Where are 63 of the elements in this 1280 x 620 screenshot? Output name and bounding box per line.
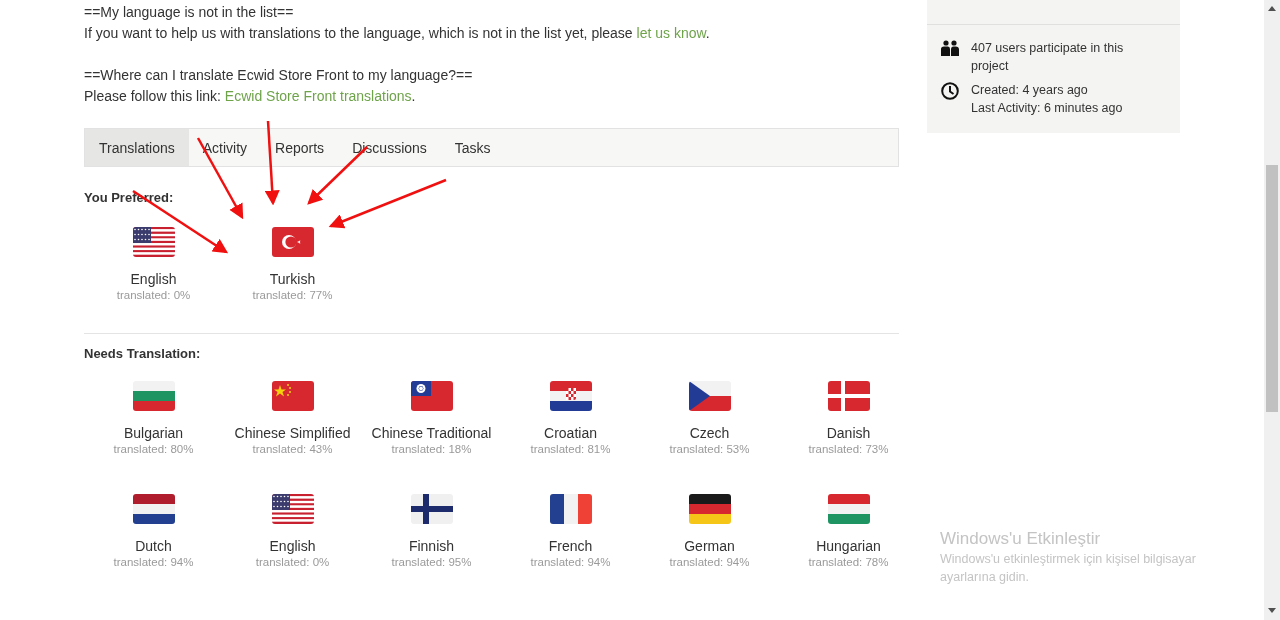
flag-icon [271, 494, 314, 524]
flag-icon [132, 227, 175, 257]
translation-caption: translated: 53% [669, 442, 750, 457]
language-name[interactable]: Hungarian [816, 537, 881, 555]
translation-caption: translated: 43% [252, 442, 333, 457]
language-name[interactable]: Finnish [408, 537, 455, 555]
paragraph: If you want to help us with translations to the language, which is not in the list yet, please let us know. [84, 24, 711, 43]
tab[interactable]: Discussions [338, 129, 441, 166]
section-heading: ==My language is not in the list== [84, 3, 295, 22]
language-name[interactable]: Chinese Traditional [371, 424, 492, 442]
flag-icon [410, 494, 453, 524]
info-text: 407 users participate in this project [971, 40, 1125, 75]
translation-caption: translated: 78% [808, 555, 889, 570]
translation-caption: translated: 94% [530, 555, 611, 570]
translation-caption: translated: 94% [113, 555, 194, 570]
flag-icon [132, 381, 175, 411]
scroll-down-icon[interactable] [1268, 608, 1276, 613]
translation-caption: translated: 18% [391, 442, 472, 457]
flag-icon [271, 381, 314, 411]
flag-icon [688, 381, 731, 411]
scroll-up-icon[interactable] [1268, 6, 1276, 11]
info-text: Last Activity: 6 minutes ago [971, 100, 1124, 117]
clock-icon [941, 82, 959, 100]
language-name[interactable]: English [269, 537, 316, 555]
flag-icon [549, 494, 592, 524]
language-name[interactable]: English [130, 270, 177, 288]
language-name[interactable]: Dutch [135, 537, 172, 555]
activation-text: Windows'u etkinleştirmek için kişisel bilgisayar ayarlarına gidin. [940, 551, 1197, 586]
flag-icon [688, 494, 731, 524]
flag-icon [271, 227, 314, 257]
flag-icon [827, 494, 870, 524]
translation-caption: translated: 94% [669, 555, 750, 570]
translation-caption: translated: 73% [808, 442, 889, 457]
paragraph: Please follow this link: Ecwid Store Front translations. [84, 87, 417, 106]
translation-caption: translated: 80% [113, 442, 194, 457]
flag-icon [827, 381, 870, 411]
flag-icon [132, 494, 175, 524]
translation-caption: translated: 81% [530, 442, 611, 457]
translation-caption: translated: 0% [255, 555, 330, 570]
scrollbar-thumb[interactable] [1266, 165, 1278, 412]
translation-caption: translated: 0% [116, 288, 191, 303]
language-name[interactable]: Czech [689, 424, 730, 442]
flag-icon [549, 381, 592, 411]
users-icon [941, 40, 959, 56]
section-title: Needs Translation: [84, 345, 202, 363]
translation-caption: translated: 95% [391, 555, 472, 570]
language-name[interactable]: Danish [826, 424, 871, 442]
flag-icon [410, 381, 453, 411]
tab[interactable]: Tasks [440, 129, 505, 166]
language-name[interactable]: French [548, 537, 593, 555]
activation-title: Windows'u Etkinleştir [940, 528, 1102, 550]
scrollbar[interactable] [1264, 0, 1280, 620]
section-heading: ==Where can I translate Ecwid Store Front to my language?== [84, 66, 474, 85]
info-text: Created: 4 years ago [971, 82, 1089, 99]
language-name[interactable]: Croatian [544, 424, 597, 442]
tab[interactable]: Translations [85, 129, 189, 166]
tab[interactable]: Activity [188, 129, 262, 166]
language-name[interactable]: Bulgarian [123, 424, 184, 442]
language-name[interactable]: Turkish [269, 270, 316, 288]
translation-caption: translated: 77% [252, 288, 333, 303]
tab[interactable]: Reports [261, 129, 339, 166]
language-name[interactable]: Chinese Simplified [234, 424, 351, 442]
language-name[interactable]: German [684, 537, 735, 555]
